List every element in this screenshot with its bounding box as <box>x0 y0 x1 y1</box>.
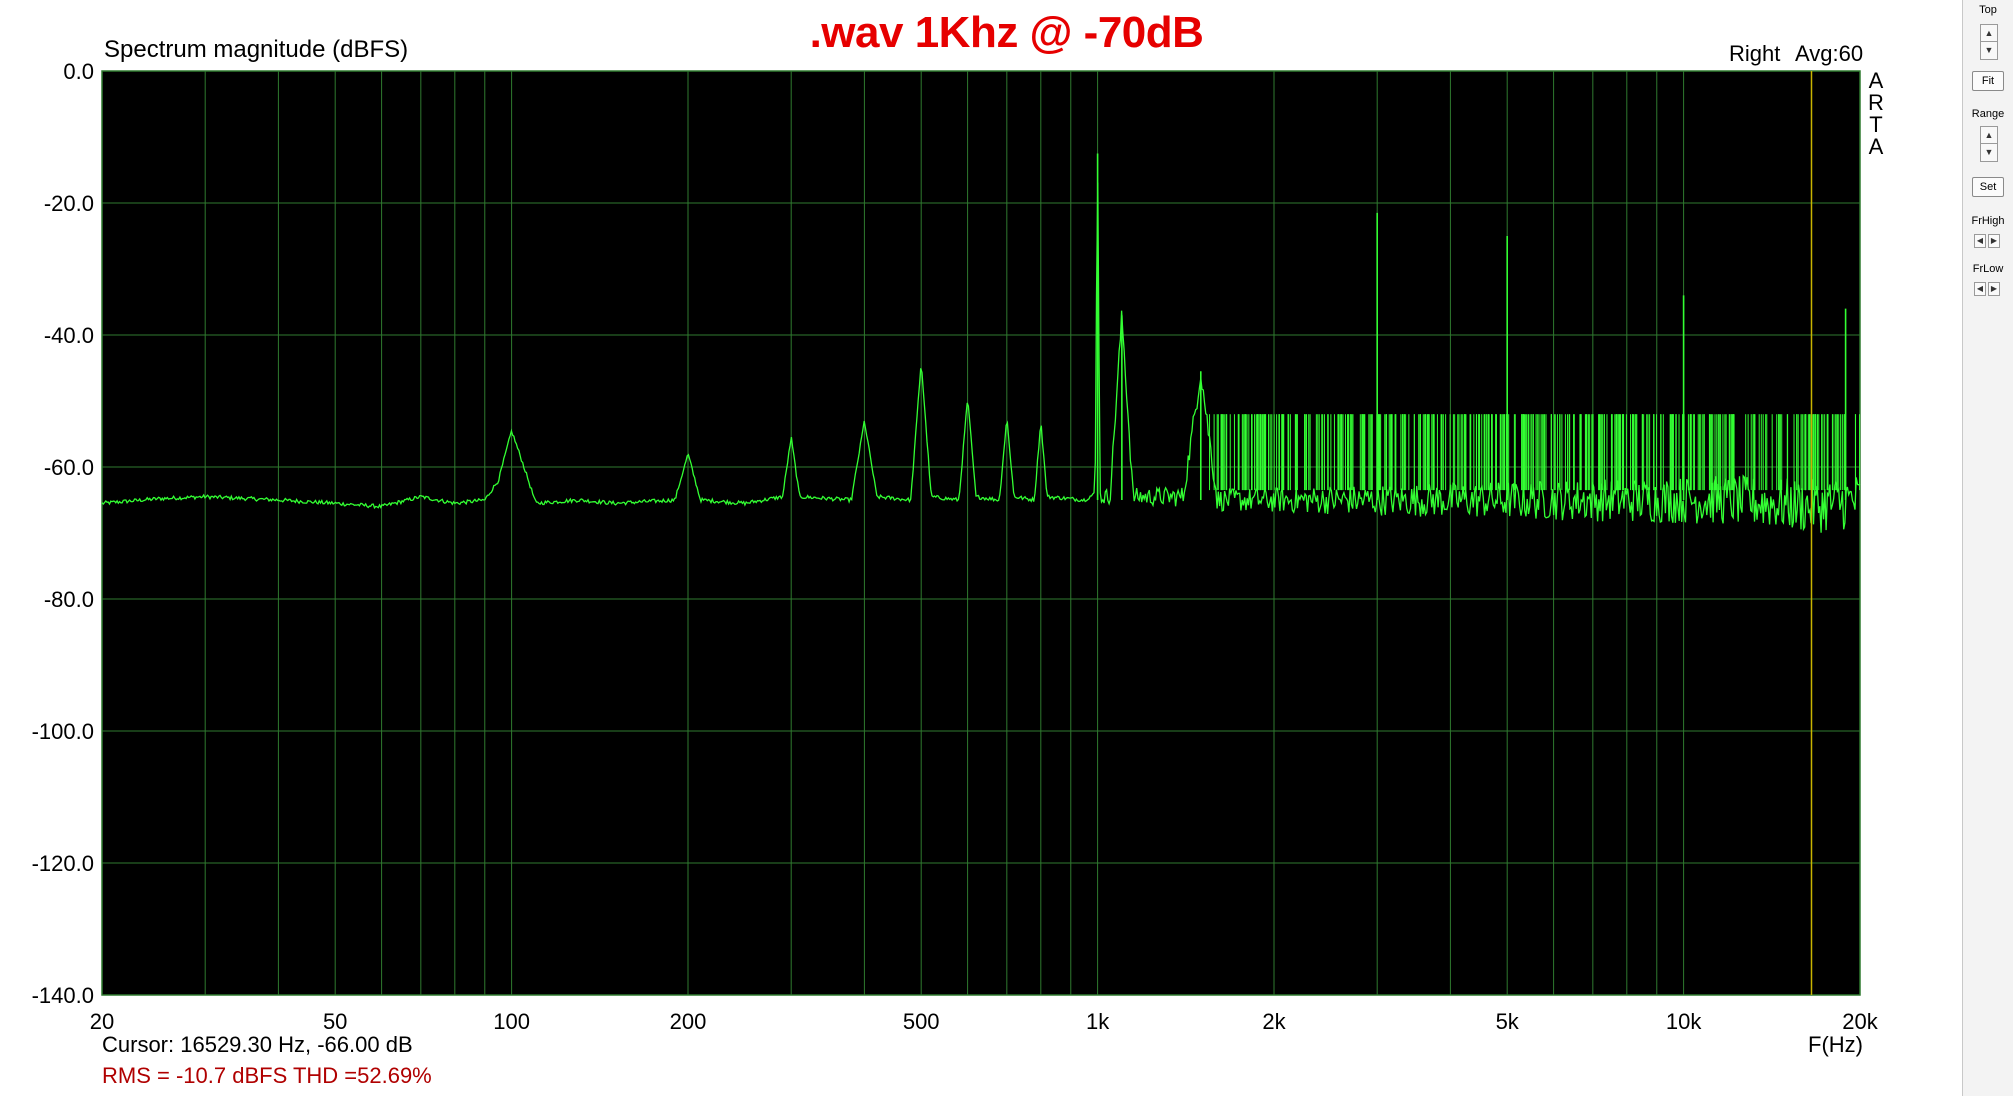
x-tick-label: 500 <box>903 1009 940 1034</box>
y-tick-label: -120.0 <box>32 851 94 876</box>
x-axis-tick-labels: 20 50 100 200 500 1k 2k 5k 10k 20k <box>90 1009 1879 1034</box>
y-tick-label: -40.0 <box>44 323 94 348</box>
range-label: Range <box>1971 108 2005 120</box>
y-axis-tick-labels: 0.0 -20.0 -40.0 -60.0 -80.0 -100.0 -120.0 -140.… <box>32 59 94 1008</box>
top-up-button[interactable]: ▲ <box>1981 25 1997 42</box>
frhigh-label: FrHigh <box>1971 215 2005 227</box>
frlow-increase-button[interactable]: ▶ <box>1988 282 2000 296</box>
x-axis-title: F(Hz) <box>1808 1032 1863 1057</box>
y-tick-label: -60.0 <box>44 455 94 480</box>
arta-application-window: Spectrum magnitude (dBFS) Right Avg:60 A… <box>0 0 2013 1096</box>
x-tick-label: 10k <box>1666 1009 1702 1034</box>
frlow-label: FrLow <box>1972 263 2004 275</box>
y-tick-label: -140.0 <box>32 983 94 1008</box>
top-down-button[interactable]: ▼ <box>1981 42 1997 58</box>
x-tick-label: 20 <box>90 1009 114 1034</box>
range-up-button[interactable]: ▲ <box>1981 127 1997 144</box>
spectrum-chart[interactable]: 0.0 -20.0 -40.0 -60.0 -80.0 -100.0 -120.0 -140.… <box>0 0 1962 1096</box>
spectrum-plot-area: Spectrum magnitude (dBFS) Right Avg:60 A… <box>0 0 1963 1096</box>
y-tick-label: -80.0 <box>44 587 94 612</box>
top-spinner: ▲ ▼ <box>1980 24 1998 60</box>
frlow-buttons: ◀ ▶ <box>1974 282 2002 296</box>
rms-thd-readout: RMS = -10.7 dBFS THD =52.69% <box>102 1063 432 1088</box>
cursor-readout: Cursor: 16529.30 Hz, -66.00 dB <box>102 1032 413 1057</box>
range-spinner: ▲ ▼ <box>1980 126 1998 162</box>
top-label: Top <box>1979 4 1997 16</box>
set-button[interactable]: Set <box>1972 177 2004 197</box>
x-tick-label: 2k <box>1262 1009 1286 1034</box>
y-tick-label: 0.0 <box>63 59 94 84</box>
x-tick-label: 20k <box>1842 1009 1878 1034</box>
x-tick-label: 50 <box>323 1009 347 1034</box>
frhigh-decrease-button[interactable]: ◀ <box>1974 234 1986 248</box>
frlow-decrease-button[interactable]: ◀ <box>1974 282 1986 296</box>
range-down-button[interactable]: ▼ <box>1981 144 1997 160</box>
frhigh-increase-button[interactable]: ▶ <box>1988 234 2000 248</box>
x-tick-label: 1k <box>1086 1009 1110 1034</box>
plot-background[interactable] <box>102 71 1860 995</box>
frhigh-buttons: ◀ ▶ <box>1974 234 2002 248</box>
y-tick-label: -100.0 <box>32 719 94 744</box>
fit-button[interactable]: Fit <box>1972 71 2004 91</box>
x-tick-label: 200 <box>670 1009 707 1034</box>
scale-control-panel: Top ▲ ▼ Fit Range ▲ ▼ Set FrHigh ◀ ▶ FrL… <box>1963 0 2013 1096</box>
x-tick-label: 100 <box>493 1009 530 1034</box>
y-tick-label: -20.0 <box>44 191 94 216</box>
x-tick-label: 5k <box>1496 1009 1520 1034</box>
